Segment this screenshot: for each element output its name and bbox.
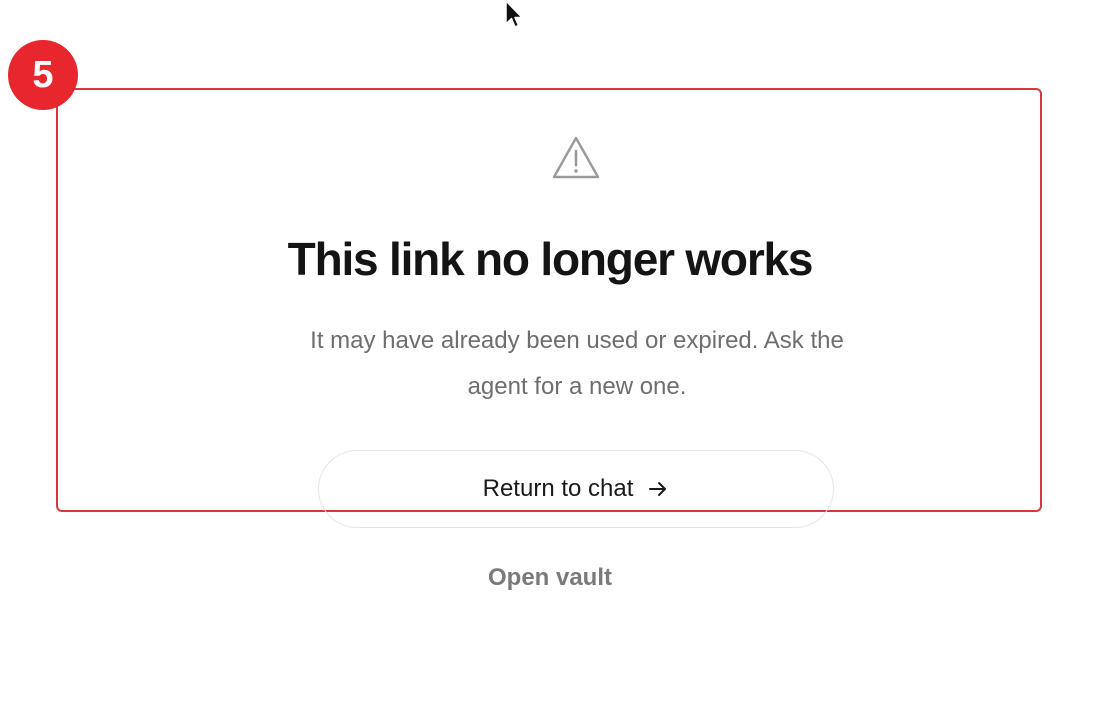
return-to-chat-button[interactable]: Return to chat <box>318 450 834 528</box>
highlight-box <box>56 88 1042 512</box>
open-vault-link-container: Open vault <box>0 564 1100 592</box>
arrow-right-icon <box>649 482 667 496</box>
error-title: This link no longer works <box>287 233 814 285</box>
mouse-pointer-icon <box>505 0 523 28</box>
step-number-badge: 5 <box>8 40 78 110</box>
return-to-chat-label: Return to chat <box>482 475 634 502</box>
error-description: It may have already been used or expired… <box>310 327 844 400</box>
expired-link-page: 5 This link no longer works It may have … <box>0 0 1100 714</box>
warning-triangle-icon <box>552 136 600 179</box>
open-vault-link[interactable]: Open vault <box>488 564 612 592</box>
